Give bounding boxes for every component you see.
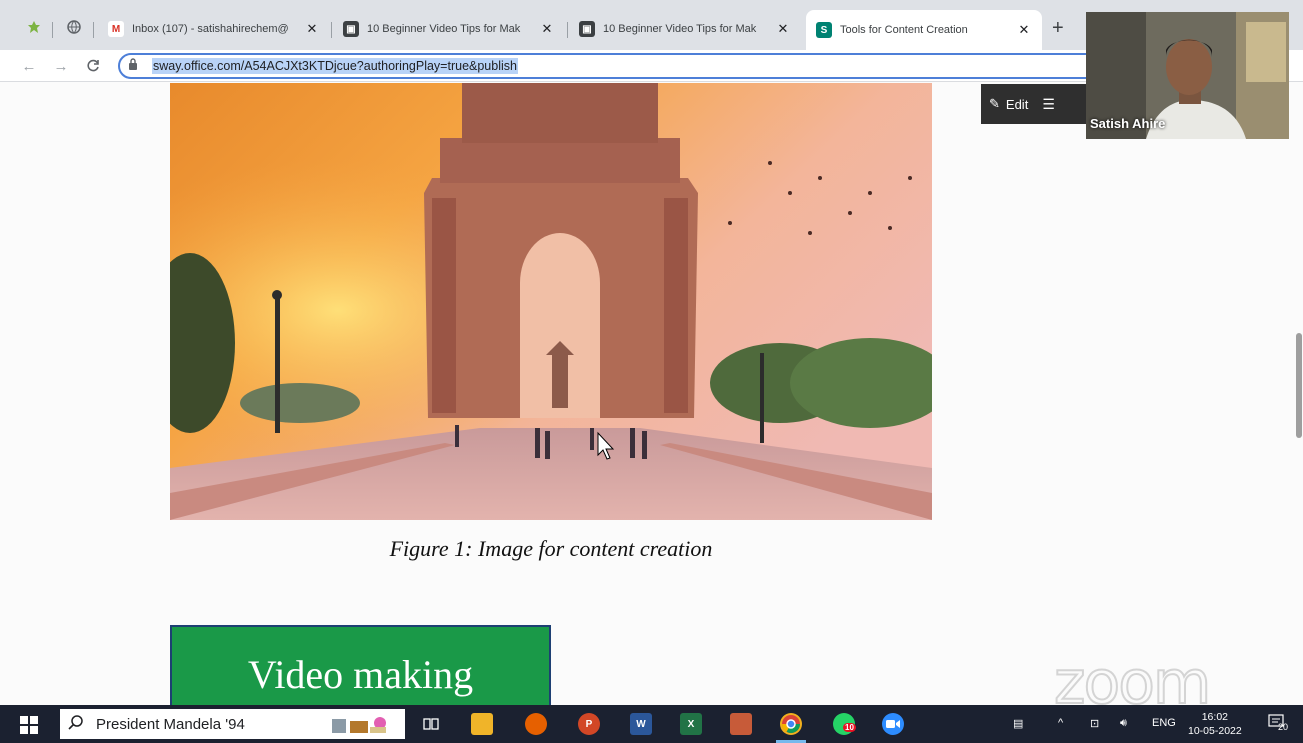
tab-tools-content-creation[interactable]: S Tools for Content Creation ✕ [806,10,1042,50]
pencil-icon: ✎ [989,96,1000,111]
participant-name: Satish Ahire [1090,116,1166,131]
tab-video-tips-2[interactable]: ▣ 10 Beginner Video Tips for Mak ✕ [569,14,801,44]
network-icon[interactable]: ⊡ [1090,717,1099,730]
search-highlight-image [330,713,400,735]
gmail-icon: M [108,21,124,37]
close-icon[interactable]: ✕ [1016,22,1032,38]
notification-center-icon[interactable]: 20 [1268,714,1290,734]
powerpoint-icon[interactable]: P [578,713,600,735]
scrollbar-thumb[interactable] [1296,333,1302,438]
zoom-app-icon[interactable] [882,713,904,735]
url-text[interactable]: sway.office.com/A54ACJXt3KTDjcue?authori… [152,58,518,74]
search-icon [68,714,88,735]
volume-icon[interactable]: 🔊︎ [1120,717,1127,730]
clock-time: 16:02 [1201,711,1228,723]
chrome-icon[interactable] [780,713,802,735]
forward-button[interactable]: → [50,55,72,77]
tab-title: Tools for Content Creation [840,24,968,36]
url-omnibox[interactable]: sway.office.com/A54ACJXt3KTDjcue?authori… [118,53,1118,79]
tab-title: 10 Beginner Video Tips for Mak [367,23,521,35]
clock-date: 10-05-2022 [1188,725,1242,737]
video-tips-icon: ▣ [579,21,595,37]
windows-taskbar: President Mandela '94 P W X 10 ▤ ^ ⊡ 🔊︎ … [0,705,1303,743]
excel-icon[interactable]: X [680,713,702,735]
video-making-card[interactable]: Video making [170,625,551,710]
new-tab-button[interactable]: + [1052,17,1064,40]
task-view-icon[interactable] [420,713,442,735]
section-heading: Video making [247,652,474,697]
edit-button[interactable]: Edit [1006,97,1028,112]
video-tips-icon: ▣ [343,21,359,37]
tab-title: 10 Beginner Video Tips for Mak [603,23,757,35]
close-icon[interactable]: ✕ [539,21,555,37]
taskbar-search-box[interactable]: President Mandela '94 [60,709,405,739]
whatsapp-icon[interactable]: 10 [833,713,856,735]
extension-icon[interactable] [25,18,43,36]
tab-video-tips-1[interactable]: ▣ 10 Beginner Video Tips for Mak ✕ [333,14,565,44]
tab-gmail[interactable]: M Inbox (107) - satishahirechem@ ✕ [98,14,330,44]
menu-icon[interactable]: ☰ [1042,96,1055,113]
search-text: President Mandela '94 [96,715,245,733]
notification-count: 20 [1278,722,1289,732]
chevron-up-icon[interactable]: ^ [1058,717,1063,729]
sway-icon: S [816,22,832,38]
news-widget-icon[interactable]: ▤ [1013,717,1023,730]
participant-video: Satish Ahire [1086,12,1289,139]
screen: M Inbox (107) - satishahirechem@ ✕ ▣ 10 … [0,0,1303,743]
close-icon[interactable]: ✕ [775,21,791,37]
figure-caption: Figure 1: Image for content creation [389,536,713,561]
back-button[interactable]: ← [18,55,40,77]
sway-edit-toolbar: ✎ Edit ☰ [981,84,1101,124]
india-gate-photo [170,83,932,520]
firefox-icon[interactable] [525,713,547,735]
whatsapp-badge: 10 [843,723,856,732]
reload-button[interactable] [82,55,104,77]
lock-icon [128,58,138,73]
windows-start-icon[interactable] [20,716,38,734]
word-icon[interactable]: W [630,713,652,735]
paint-icon[interactable] [730,713,752,735]
tab-title: Inbox (107) - satishahirechem@ [132,23,289,35]
system-clock[interactable]: 16:02 10-05-2022 [1188,710,1242,738]
file-explorer-icon[interactable] [471,713,493,735]
close-icon[interactable]: ✕ [304,21,320,37]
language-indicator[interactable]: ENG [1152,717,1176,729]
globe-icon[interactable] [65,18,83,36]
sway-page: Figure 1: Image for content creation Vid… [0,83,1303,719]
